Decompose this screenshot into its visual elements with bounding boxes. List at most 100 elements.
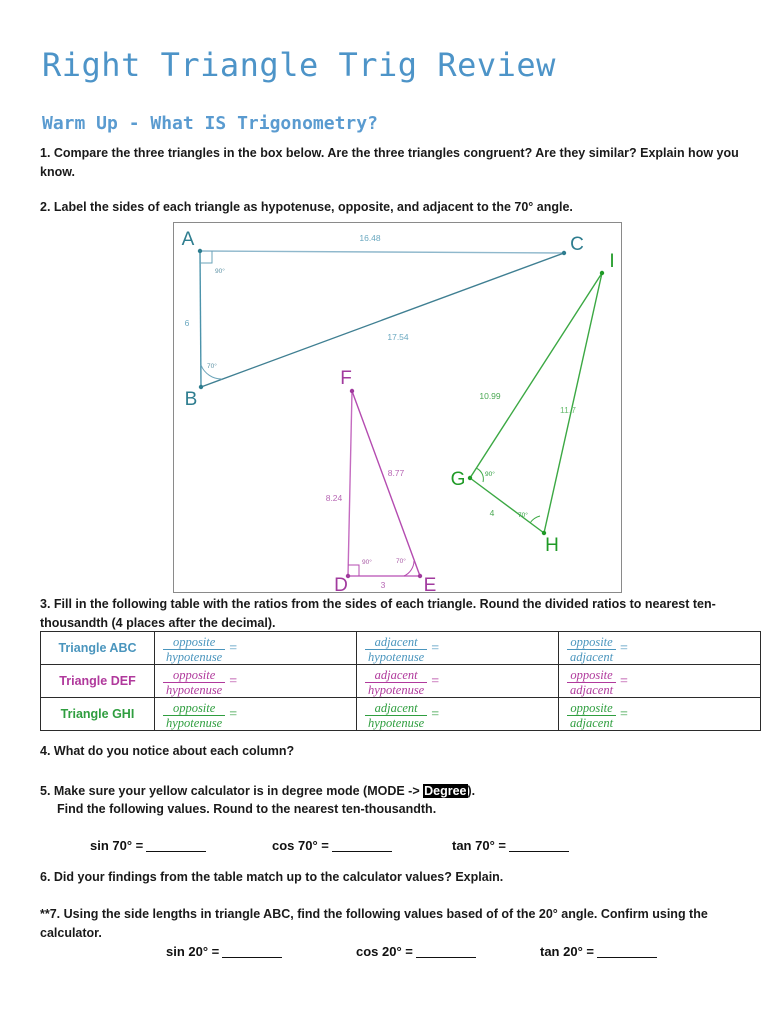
tan-20-blank[interactable]: [596, 945, 657, 958]
fraction-denominator: hypotenuse: [365, 648, 428, 664]
tan-70-label: tan 70° =: [452, 838, 506, 853]
right-angle-mark-a: [200, 251, 213, 264]
equals-sign: =: [620, 674, 628, 689]
fraction-numerator: opposite: [570, 667, 613, 682]
tan-70-item: tan 70° =: [452, 838, 569, 853]
sin-20-item: sin 20° =: [166, 944, 283, 959]
cos-70-item: cos 70° =: [272, 838, 392, 853]
side-label-fe: 8.77: [388, 468, 405, 478]
cell-ghi-cos[interactable]: adjacent hypotenuse =: [356, 697, 559, 731]
cell-ghi-tan[interactable]: opposite adjacent =: [558, 697, 761, 731]
equals-sign: =: [229, 707, 238, 722]
angle-label-h: 70°: [518, 511, 528, 519]
equals-sign: =: [620, 641, 628, 656]
vertex-label-d: D: [334, 575, 348, 591]
vertex-label-b: B: [185, 389, 198, 410]
vertex-dot-g: [467, 475, 473, 481]
segment-ab: [199, 250, 202, 388]
fraction-numerator: opposite: [172, 700, 216, 715]
fraction-denominator: hypotenuse: [163, 681, 226, 697]
vertex-dot-i: [599, 270, 605, 276]
ratios-table: Triangle ABC opposite hypotenuse = adjac…: [40, 631, 761, 731]
equals-sign: =: [620, 707, 628, 722]
vertex-label-e: E: [424, 575, 437, 591]
trig-70-row: sin 70° = cos 70° = tan 70° =: [0, 838, 768, 858]
side-label-ab: 6: [185, 318, 190, 328]
cell-abc-cos[interactable]: adjacent hypotenuse =: [356, 631, 559, 665]
fraction-denominator: adjacent: [567, 681, 617, 697]
sin-70-blank[interactable]: [146, 839, 207, 852]
trig-20-row: sin 20° = cos 20° = tan 20° =: [0, 944, 768, 964]
question-6-text: 6. Did your findings from the table matc…: [40, 870, 504, 884]
sin-20-label: sin 20° =: [166, 944, 220, 959]
row-label-def: Triangle DEF: [40, 664, 155, 698]
triangles-svg: A B C 16.48 6 17.54 90° 70° D E F 8.24 8…: [182, 229, 615, 591]
table-row: Triangle GHI opposite hypotenuse = adjac…: [40, 697, 761, 731]
sin-20-blank[interactable]: [222, 945, 283, 958]
fraction-numerator: adjacent: [374, 634, 418, 649]
equals-sign: =: [431, 641, 440, 656]
fraction-numerator: opposite: [172, 634, 216, 649]
question-1-text: 1. Compare the three triangles in the bo…: [40, 146, 739, 179]
angle-label-g: 90°: [485, 470, 495, 478]
equals-sign: =: [229, 641, 238, 656]
vertex-dot-f: [349, 388, 355, 394]
segment-gi: [469, 272, 603, 479]
angle-label-d: 90°: [362, 558, 372, 566]
vertex-label-i: I: [609, 251, 614, 272]
segment-df: [347, 390, 353, 577]
vertex-label-f: F: [340, 368, 352, 389]
angle-label-b: 70°: [207, 362, 217, 370]
cell-def-tan[interactable]: opposite adjacent =: [558, 664, 761, 698]
question-3-text: 3. Fill in the following table with the …: [40, 597, 716, 630]
cell-abc-tan[interactable]: opposite adjacent =: [558, 631, 761, 665]
right-angle-mark-d: [348, 564, 360, 576]
vertex-label-c: C: [570, 234, 584, 255]
cos-20-item: cos 20° =: [356, 944, 476, 959]
side-label-hi: 11.7: [560, 405, 576, 415]
fraction-numerator: adjacent: [374, 700, 418, 715]
fraction-denominator: adjacent: [567, 648, 617, 664]
triangles-diagram-box: A B C 16.48 6 17.54 90° 70° D E F 8.24 8…: [173, 222, 622, 593]
degree-highlight: Degree: [423, 784, 468, 798]
triangle-ghi-group: G H I 10.99 11.7 4 90° 70°: [451, 251, 615, 556]
fraction-numerator: opposite: [172, 667, 216, 682]
angle-label-a: 90°: [215, 267, 225, 275]
page-title: Right Triangle Trig Review: [42, 46, 556, 84]
cell-def-sin[interactable]: opposite hypotenuse =: [154, 664, 357, 698]
question-2-text: 2. Label the sides of each triangle as h…: [40, 200, 573, 214]
question-7-text: **7. Using the side lengths in triangle …: [40, 907, 708, 940]
equals-sign: =: [431, 707, 440, 722]
tan-20-item: tan 20° =: [540, 944, 657, 959]
equals-sign: =: [431, 674, 440, 689]
right-angle-mark-g: [475, 467, 484, 483]
vertex-dot-c: [561, 250, 567, 256]
sin-70-label: sin 70° =: [90, 838, 144, 853]
tan-70-blank[interactable]: [508, 839, 569, 852]
fraction-denominator: hypotenuse: [365, 714, 428, 730]
cell-ghi-sin[interactable]: opposite hypotenuse =: [154, 697, 357, 731]
section-heading: Warm Up - What IS Trigonometry?: [42, 113, 378, 134]
segment-fe: [351, 390, 421, 577]
cell-abc-sin[interactable]: opposite hypotenuse =: [154, 631, 357, 665]
cos-20-blank[interactable]: [415, 945, 476, 958]
angle-label-e: 70°: [396, 557, 406, 565]
question-5-text: 5. Make sure your yellow calculator is i…: [40, 782, 740, 801]
side-label-df: 8.24: [326, 493, 343, 503]
question-4-text: 4. What do you notice about each column?: [40, 744, 295, 758]
triangle-def-group: D E F 8.24 8.77 3 90° 70°: [326, 368, 437, 591]
triangle-abc-group: A B C 16.48 6 17.54 90° 70°: [182, 229, 584, 410]
equals-sign: =: [229, 674, 238, 689]
cos-70-blank[interactable]: [331, 839, 392, 852]
vertex-dot-e: [417, 573, 423, 579]
segment-gh: [469, 477, 545, 534]
fraction-denominator: hypotenuse: [163, 648, 226, 664]
fraction-denominator: adjacent: [567, 714, 617, 730]
question-5-line2: Find the following values. Round to the …: [57, 802, 437, 816]
cos-70-label: cos 70° =: [272, 838, 329, 853]
sin-70-item: sin 70° =: [90, 838, 207, 853]
cell-def-cos[interactable]: adjacent hypotenuse =: [356, 664, 559, 698]
worksheet-page: Right Triangle Trig Review Warm Up - Wha…: [0, 0, 768, 1024]
segment-ac: [199, 250, 565, 254]
table-row: Triangle ABC opposite hypotenuse = adjac…: [40, 631, 761, 665]
